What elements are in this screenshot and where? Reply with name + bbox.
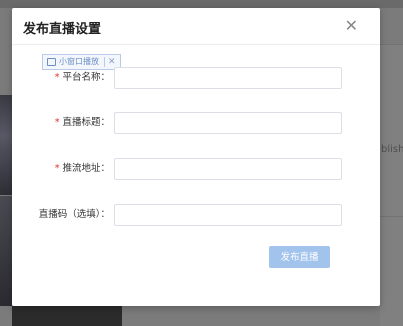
background-thumbnail-lower (0, 196, 12, 306)
background-bottom-strip (12, 306, 122, 326)
platform-name-input[interactable] (114, 67, 342, 89)
form-row-stream-key: 直播码（选填）： (12, 204, 380, 226)
required-mark: * (54, 117, 60, 128)
window-icon (47, 58, 56, 66)
required-mark: * (54, 163, 60, 174)
background-divider (380, 216, 403, 217)
stream-url-label: * 推流地址： (55, 158, 110, 180)
background-right-panel (380, 44, 403, 326)
close-icon[interactable]: ✕ (345, 18, 358, 34)
background-top-bar (0, 0, 403, 8)
required-mark: * (54, 72, 60, 83)
publish-live-button[interactable]: 发布直播 (269, 246, 330, 268)
live-title-label: * 直播标题： (55, 112, 110, 134)
form-row-live-title: * 直播标题： (12, 112, 380, 134)
background-thumbnail (0, 95, 12, 195)
field-label: 平台名称： (62, 72, 110, 83)
background-divider (380, 44, 403, 45)
screen: blish 发布直播设置 ✕ 小窗口播放 ✕ * 平台名称： * 直播标题： * 推流… (0, 0, 403, 326)
stream-key-label: 直播码（选填）： (39, 204, 110, 226)
field-label: 推流地址： (62, 163, 110, 174)
publish-live-dialog: 发布直播设置 ✕ 小窗口播放 ✕ * 平台名称： * 直播标题： * 推流地址： 直播… (12, 8, 380, 306)
dialog-header: 发布直播设置 ✕ (12, 8, 380, 45)
stream-key-input[interactable] (114, 204, 342, 226)
stream-url-input[interactable] (114, 158, 342, 180)
dialog-title: 发布直播设置 (23, 22, 102, 37)
live-title-input[interactable] (114, 112, 342, 134)
field-label: 直播码（选填）： (38, 209, 110, 220)
field-label: 直播标题： (62, 117, 110, 128)
tag-separator (104, 57, 105, 67)
form-row-stream-url: * 推流地址： (12, 158, 380, 180)
background-partial-text: blish (381, 144, 403, 155)
form-row-platform-name: * 平台名称： (12, 67, 380, 89)
platform-name-label: * 平台名称： (55, 67, 110, 89)
